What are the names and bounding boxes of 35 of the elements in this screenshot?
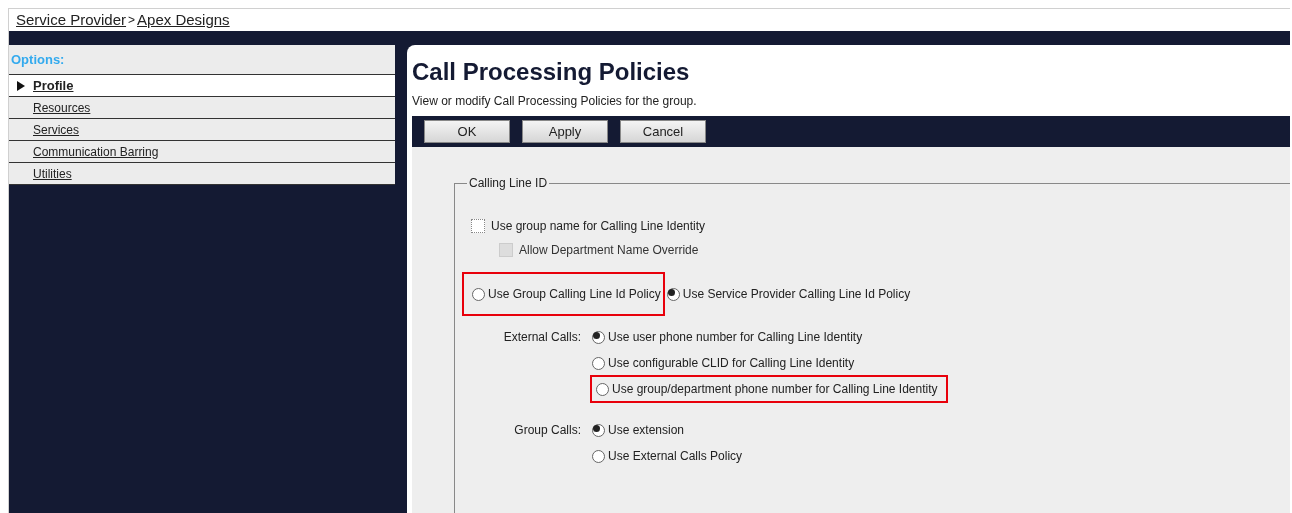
sidebar-link[interactable]: Services	[33, 120, 79, 139]
checkbox[interactable]	[471, 219, 485, 233]
pointer-icon	[17, 80, 25, 91]
radio-label: Use External Calls Policy	[608, 448, 743, 465]
radio-label: Use configurable CLID for Calling Line Identity	[608, 355, 855, 372]
breadcrumb-separator: >	[128, 12, 136, 29]
sidebar-link[interactable]: Profile	[33, 75, 74, 96]
breadcrumb-link[interactable]: Service Provider	[16, 9, 127, 32]
radio-button[interactable]	[592, 330, 605, 344]
sidebar-link[interactable]: Resources	[33, 98, 91, 117]
radio-button[interactable]	[472, 287, 485, 301]
toolbar-button[interactable]: Cancel	[620, 120, 706, 143]
radio-button[interactable]	[596, 382, 609, 396]
checkbox-label: Use group name for Calling Line Identity	[491, 218, 706, 235]
toolbar-button[interactable]: Apply	[522, 120, 608, 143]
group-label: External Calls:	[502, 329, 582, 346]
sidebar-row[interactable]: Profile	[9, 75, 395, 97]
radio-label: Use user phone number for Calling Line Identity	[608, 329, 863, 346]
group-label: Group Calls:	[513, 422, 582, 439]
radio-button[interactable]	[592, 449, 605, 463]
breadcrumb-link[interactable]: Apex Designs	[137, 9, 230, 32]
radio-button[interactable]	[592, 423, 605, 437]
radio-button[interactable]	[592, 356, 605, 370]
page-title: Call Processing Policies	[411, 57, 691, 87]
sidebar-link[interactable]: Communication Barring	[33, 142, 159, 161]
page-description: View or modify Call Processing Policies for the group.	[411, 93, 698, 110]
radio-label: Use group/department phone number for Calling Line Identity	[612, 381, 938, 398]
radio-button[interactable]	[666, 287, 680, 301]
radio-label: Use extension	[608, 422, 685, 439]
checkbox-label: Allow Department Name Override	[519, 242, 699, 259]
fieldset-legend: Calling Line ID	[467, 175, 550, 191]
sidebar-link[interactable]: Utilities	[33, 164, 72, 183]
radio-label: Use Service Provider Calling Line Id Policy	[682, 286, 911, 303]
radio-label: Use Group Calling Line Id Policy	[488, 286, 661, 303]
toolbar-button[interactable]: OK	[424, 120, 510, 143]
